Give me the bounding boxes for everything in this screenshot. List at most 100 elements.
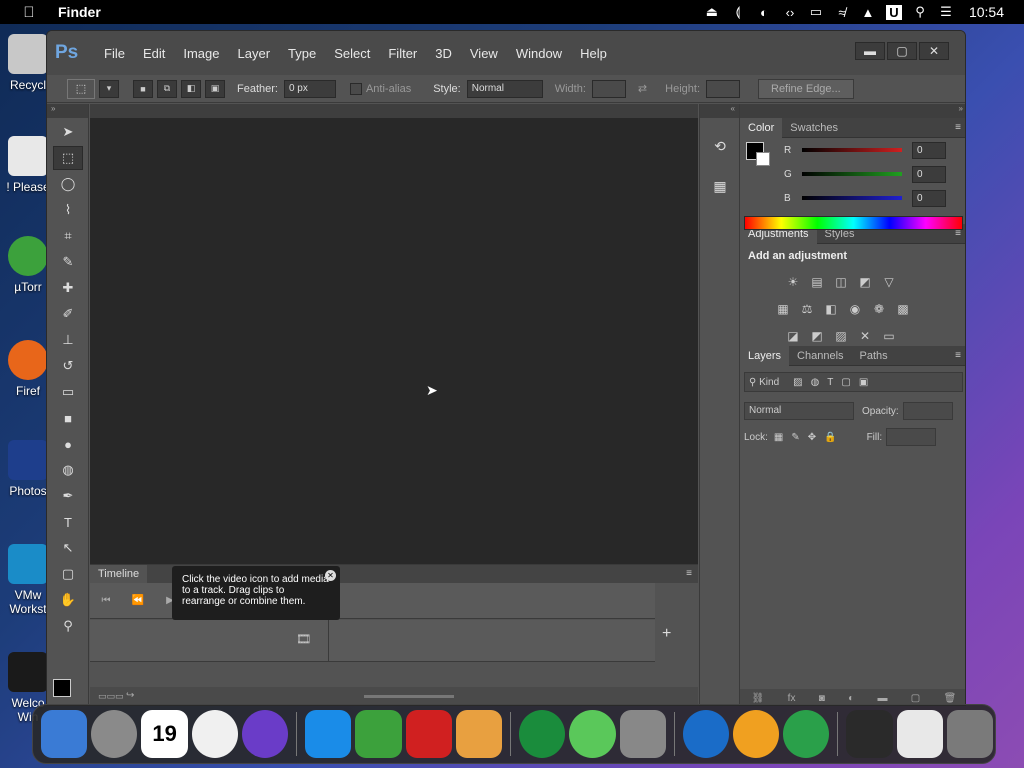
desktop-icon-firefox[interactable]: Firef <box>4 340 52 398</box>
desktop-icon-recycle[interactable]: Recycl <box>4 34 52 92</box>
canvas-area[interactable] <box>90 104 698 564</box>
move-tool-icon[interactable]: ➤ <box>53 120 83 144</box>
g-value[interactable]: 0 <box>912 165 946 183</box>
b-slider[interactable] <box>802 196 902 200</box>
close-button[interactable]: ✕ <box>919 42 949 60</box>
menu-view[interactable]: View <box>461 46 507 61</box>
www-icon[interactable] <box>682 710 729 758</box>
maximize-button[interactable]: ▢ <box>887 42 917 60</box>
network-icon[interactable] <box>783 710 830 758</box>
eraser-tool-icon[interactable]: ▭ <box>53 380 83 404</box>
brightness-icon[interactable]: ☀ <box>784 273 802 291</box>
intersect-selection-icon[interactable]: ▣ <box>205 79 225 98</box>
first-frame-icon[interactable]: ⏮ <box>90 595 122 606</box>
opacity-field[interactable] <box>902 402 953 420</box>
add-track-icon[interactable]: + <box>662 625 671 643</box>
clone-stamp-tool-icon[interactable]: ⊥ <box>53 328 83 352</box>
dodge-tool-icon[interactable]: ◍ <box>53 458 83 482</box>
marquee-tool-icon[interactable]: ⬚ <box>53 146 83 170</box>
panels-collapse-icon[interactable]: » <box>740 104 965 118</box>
fill-field[interactable] <box>886 428 937 446</box>
downloader-icon[interactable] <box>732 710 780 758</box>
levels-icon[interactable]: ▤ <box>808 273 826 291</box>
tools-collapse-icon[interactable]: » <box>47 104 88 118</box>
link-icon[interactable] <box>569 710 616 758</box>
color-lookup-icon[interactable]: ▩ <box>894 300 912 318</box>
tab-color[interactable]: Color <box>740 117 783 138</box>
tab-swatches[interactable]: Swatches <box>782 118 846 138</box>
quick-select-tool-icon[interactable]: ⌇ <box>53 198 83 222</box>
display-icon[interactable]: ▭ <box>803 0 829 24</box>
tab-layers[interactable]: Layers <box>740 345 790 366</box>
desktop-icon-utorrent[interactable]: µTorr <box>4 236 52 294</box>
pen-tool-icon[interactable]: ✒ <box>53 484 83 508</box>
refine-edge-button[interactable]: Refine Edge... <box>758 78 854 99</box>
menu-type[interactable]: Type <box>279 46 325 61</box>
photo-filter-icon[interactable]: ◉ <box>846 300 864 318</box>
render-icon[interactable]: ↪ <box>126 690 134 701</box>
timeline-tab[interactable]: Timeline <box>90 565 148 583</box>
clock-icon[interactable] <box>191 710 238 758</box>
launchpad-icon[interactable] <box>91 710 138 758</box>
type-tool-icon[interactable]: T <box>53 510 83 534</box>
add-selection-icon[interactable]: ⧉ <box>157 79 177 98</box>
fx-icon[interactable]: fx <box>788 693 796 704</box>
hue-saturation-icon[interactable]: ▦ <box>774 300 792 318</box>
zoom-tool-icon[interactable]: ⚲ <box>53 614 83 638</box>
foreground-color[interactable] <box>53 679 71 697</box>
minimize-button[interactable]: ▬ <box>855 42 885 60</box>
eyedropper-tool-icon[interactable]: ✎ <box>53 250 83 274</box>
desktop-icon-please[interactable]: ! Please <box>4 136 52 194</box>
frames-icon[interactable]: ▭▭▭ <box>98 691 124 702</box>
feather-field[interactable]: 0 px <box>283 79 336 98</box>
path-select-tool-icon[interactable]: ↖ <box>53 536 83 560</box>
curves-icon[interactable]: ◫ <box>832 273 850 291</box>
gradient-map-icon[interactable]: ▭ <box>880 327 898 345</box>
posterize-icon[interactable]: ◩ <box>808 327 826 345</box>
menu-window[interactable]: Window <box>507 46 571 61</box>
calendar-icon[interactable]: 19 <box>141 710 188 758</box>
prev-frame-icon[interactable]: ⏪ <box>122 595 154 606</box>
zoom-slider[interactable] <box>364 695 454 698</box>
color-balance-icon[interactable]: ⚖ <box>798 300 816 318</box>
properties-panel-icon[interactable]: ▦ <box>707 174 733 198</box>
g-slider[interactable] <box>802 172 902 176</box>
new-layer-icon[interactable]: ▢ <box>911 693 920 704</box>
new-selection-icon[interactable]: ■ <box>133 79 153 98</box>
timeline-track[interactable]: 🎞 <box>90 620 655 662</box>
panel-menu-icon[interactable]: ≡ <box>955 350 961 361</box>
folder-icon[interactable]: ▬ <box>877 693 887 704</box>
app-name[interactable]: Finder <box>58 4 101 20</box>
vibrance-icon[interactable]: ▽ <box>880 273 898 291</box>
history-brush-tool-icon[interactable]: ↺ <box>53 354 83 378</box>
apple-icon[interactable]:  <box>22 4 36 21</box>
tab-paths[interactable]: Paths <box>852 346 896 366</box>
layer-filter[interactable]: ⚲ Kind ▨◍T▢▣ <box>744 372 963 392</box>
rectangle-tool-icon[interactable]: ▢ <box>53 562 83 586</box>
menu-file[interactable]: File <box>95 46 134 61</box>
safari-icon[interactable] <box>305 710 352 758</box>
marquee-preset-icon[interactable]: ⬚ <box>67 78 95 99</box>
brush-tool-icon[interactable]: ✐ <box>53 302 83 326</box>
width-field[interactable] <box>591 79 626 98</box>
desktop-icon-photoshop[interactable]: Photos <box>4 440 52 498</box>
menu-layer[interactable]: Layer <box>229 46 280 61</box>
trash-icon[interactable] <box>946 710 994 758</box>
menu-help[interactable]: Help <box>571 46 616 61</box>
crop-tool-icon[interactable]: ⌗ <box>53 224 83 248</box>
panel-menu-icon[interactable]: ≡ <box>955 122 961 133</box>
hand-tool-icon[interactable]: ✋ <box>53 588 83 612</box>
selective-color-icon[interactable]: ✕ <box>856 327 874 345</box>
color-spectrum[interactable] <box>744 216 963 230</box>
mini-collapse-icon[interactable]: « <box>700 104 739 118</box>
close-icon[interactable]: ✕ <box>325 570 336 581</box>
upload-icon[interactable]: ⏏ <box>699 0 725 24</box>
style-select[interactable]: Normal <box>466 79 543 98</box>
utorrent-icon[interactable] <box>355 710 402 758</box>
menu-filter[interactable]: Filter <box>379 46 426 61</box>
blur-tool-icon[interactable]: ● <box>53 432 83 456</box>
adjustment-layer-icon[interactable]: ◐ <box>848 693 854 704</box>
control-center-icon[interactable]: ☰ <box>933 0 959 24</box>
r-value[interactable]: 0 <box>912 141 946 159</box>
preview-icon[interactable] <box>455 710 503 758</box>
